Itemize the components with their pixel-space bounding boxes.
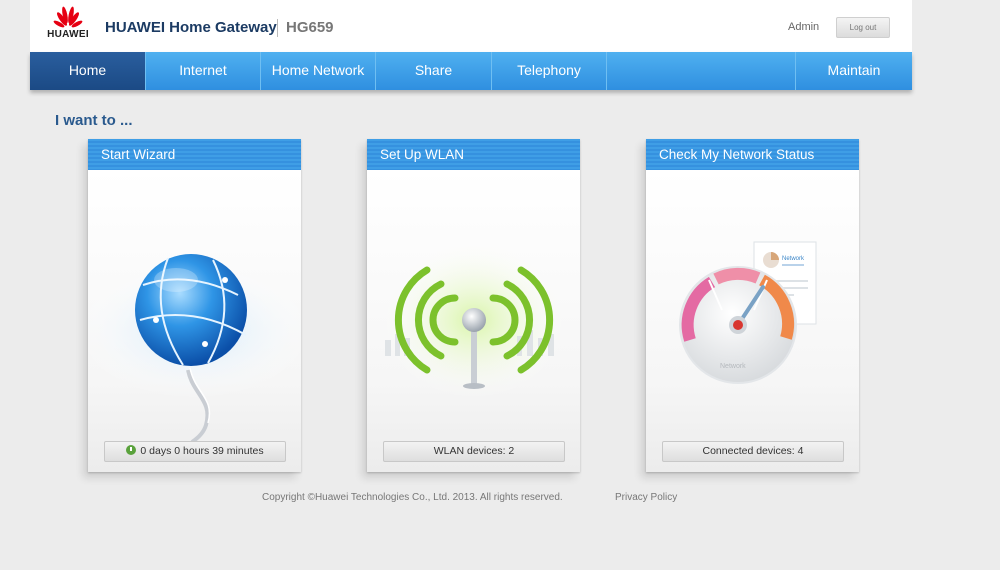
report-title: Network [782, 256, 805, 262]
card-body[interactable] [88, 170, 301, 472]
clock-icon [126, 445, 137, 455]
uptime-status: 0 days 0 hours 39 minutes [104, 441, 286, 462]
nav-home-network[interactable]: Home Network [261, 52, 376, 90]
card-title[interactable]: Set Up WLAN [367, 139, 580, 170]
globe-icon [88, 254, 301, 444]
card-title[interactable]: Check My Network Status [646, 139, 859, 170]
nav-internet[interactable]: Internet [146, 52, 261, 90]
card-title[interactable]: Start Wizard [88, 139, 301, 170]
huawei-flower-icon [53, 6, 83, 28]
product-name: HUAWEI Home Gateway [105, 19, 277, 36]
network-status-card[interactable]: Check My Network Status Network Network … [646, 139, 859, 472]
page-heading: I want to ... [55, 112, 133, 129]
connected-devices-status: Connected devices: 4 [662, 441, 844, 462]
model-name: HG659 [286, 19, 334, 36]
title-divider [277, 19, 278, 37]
header: HUAWEI HUAWEI Home Gateway HG659 Admin L… [30, 0, 912, 52]
wlan-devices-status: WLAN devices: 2 [383, 441, 565, 462]
uptime-text: 0 days 0 hours 39 minutes [140, 445, 264, 457]
huawei-logo: HUAWEI [44, 6, 92, 44]
gauge-label: Network [720, 363, 746, 370]
privacy-policy-link[interactable]: Privacy Policy [615, 492, 677, 503]
nav-telephony[interactable]: Telephony [492, 52, 607, 90]
speed-gauge-icon: Network Network [679, 241, 817, 384]
nav-share[interactable]: Share [376, 52, 492, 90]
card-body[interactable]: Network Network [646, 170, 859, 472]
main-nav: Home Internet Home Network Share Telepho… [30, 52, 912, 90]
nav-home[interactable]: Home [30, 52, 146, 90]
user-name: Admin [788, 21, 820, 33]
setup-wlan-card[interactable]: Set Up WLAN WLAN devices: 2 [367, 139, 580, 472]
copyright-text: Copyright ©Huawei Technologies Co., Ltd.… [262, 492, 563, 503]
wifi-antenna-icon [379, 240, 569, 400]
card-body[interactable] [367, 170, 580, 472]
logo-text: HUAWEI [47, 29, 89, 40]
nav-spacer [607, 52, 796, 90]
start-wizard-card[interactable]: Start Wizard 0 days 0 hours 39 minutes [88, 139, 301, 472]
nav-maintain[interactable]: Maintain [796, 52, 912, 90]
logout-button[interactable]: Log out [836, 17, 890, 38]
